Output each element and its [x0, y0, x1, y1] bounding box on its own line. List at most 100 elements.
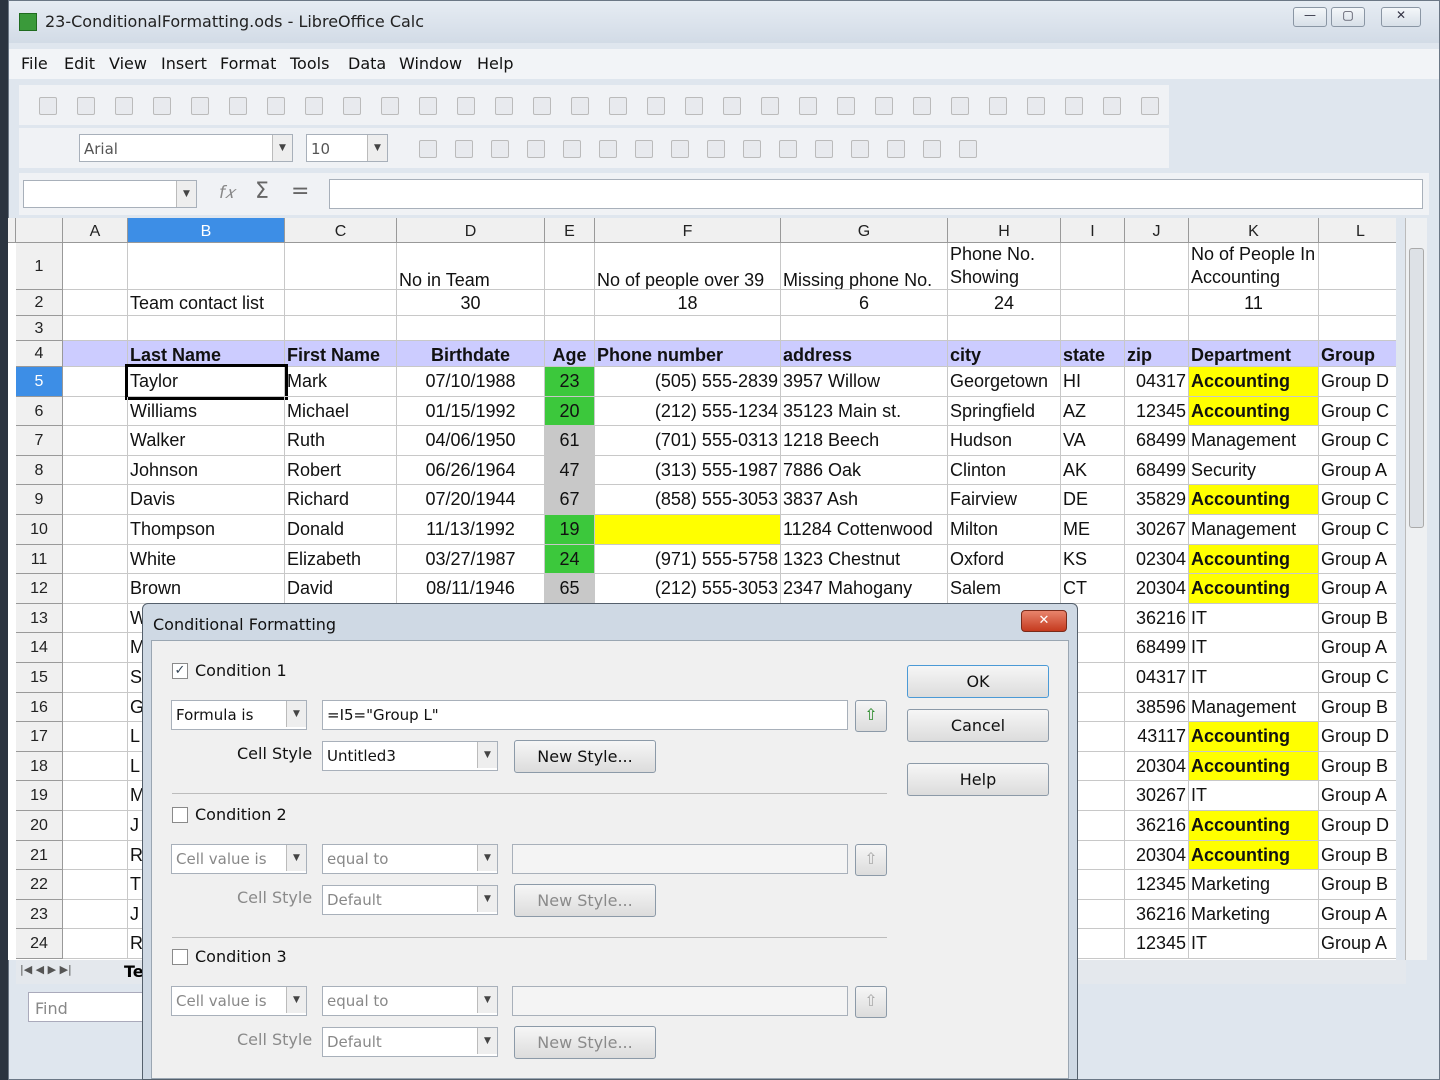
- cell-K17[interactable]: Accounting: [1189, 722, 1319, 752]
- toolbar-button-icon[interactable]: [39, 97, 57, 115]
- cell-K15[interactable]: IT: [1189, 663, 1319, 693]
- cell-J17[interactable]: 43117: [1125, 722, 1189, 752]
- cell-E10[interactable]: 19: [545, 515, 595, 545]
- cell-E1[interactable]: [545, 243, 595, 290]
- cell-J23[interactable]: 36216: [1125, 899, 1189, 930]
- row-header-5[interactable]: 5: [16, 367, 63, 397]
- cell-K23[interactable]: Marketing: [1189, 899, 1319, 930]
- chevron-down-icon[interactable]: ▼: [286, 845, 306, 871]
- column-header-L[interactable]: L: [1319, 218, 1396, 243]
- cell-C11[interactable]: Elizabeth: [285, 544, 397, 575]
- row-header-2[interactable]: 2: [16, 290, 63, 316]
- cell-D5[interactable]: 07/10/1988: [397, 367, 545, 397]
- cell-D9[interactable]: 07/20/1944: [397, 485, 545, 515]
- cell-B2[interactable]: Team contact list: [128, 290, 285, 316]
- cell-E11[interactable]: 24: [545, 544, 595, 575]
- toolbar-button-icon[interactable]: [989, 97, 1007, 115]
- cell-A4[interactable]: [63, 341, 128, 367]
- cell-A21[interactable]: [63, 840, 128, 871]
- cell-G3[interactable]: [781, 316, 948, 341]
- toolbar-button-icon[interactable]: [635, 140, 653, 158]
- cell-I2[interactable]: [1061, 290, 1125, 316]
- cell-C10[interactable]: Donald: [285, 515, 397, 545]
- cell-E12[interactable]: 65: [545, 574, 595, 604]
- chevron-down-icon[interactable]: ▼: [272, 135, 292, 161]
- toolbar-button-icon[interactable]: [419, 140, 437, 158]
- row-header-13[interactable]: 13: [16, 603, 63, 634]
- cell-B6[interactable]: Williams: [128, 396, 285, 427]
- toolbar-button-icon[interactable]: [343, 97, 361, 115]
- shrink-icon[interactable]: ⇧: [855, 844, 887, 876]
- cell-J11[interactable]: 02304: [1125, 544, 1189, 575]
- cell-L13[interactable]: Group B: [1319, 604, 1396, 634]
- cell-A16[interactable]: [63, 692, 128, 723]
- cell-K13[interactable]: IT: [1189, 603, 1319, 634]
- condition-3-checkbox[interactable]: [172, 949, 188, 965]
- row-header-21[interactable]: 21: [16, 840, 63, 871]
- column-header-H[interactable]: H: [948, 218, 1061, 243]
- cell-G11[interactable]: 1323 Chestnut: [781, 544, 948, 575]
- cell-A15[interactable]: [63, 663, 128, 693]
- cell-L15[interactable]: Group C: [1319, 663, 1396, 693]
- select-all-corner[interactable]: [16, 218, 63, 243]
- new-style-button[interactable]: New Style...: [514, 1026, 656, 1059]
- cell-A13[interactable]: [63, 603, 128, 634]
- cell-D12[interactable]: 08/11/1946: [397, 574, 545, 604]
- toolbar-button-icon[interactable]: [913, 97, 931, 115]
- cell-J16[interactable]: 38596: [1125, 692, 1189, 723]
- toolbar-button-icon[interactable]: [599, 140, 617, 158]
- cell-I4[interactable]: state: [1061, 341, 1125, 367]
- toolbar-button-icon[interactable]: [381, 97, 399, 115]
- cell-A20[interactable]: [63, 811, 128, 841]
- cell-A9[interactable]: [63, 485, 128, 515]
- menu-window[interactable]: Window: [399, 54, 462, 73]
- cell-A24[interactable]: [63, 929, 128, 959]
- cell-I7[interactable]: VA: [1061, 426, 1125, 456]
- cell-F11[interactable]: (971) 555-5758: [595, 544, 781, 575]
- cell-A2[interactable]: [63, 290, 128, 316]
- toolbar-button-icon[interactable]: [779, 140, 797, 158]
- shrink-icon[interactable]: ⇧: [855, 700, 887, 732]
- row-header-11[interactable]: 11: [16, 544, 63, 575]
- cell-J20[interactable]: 36216: [1125, 811, 1189, 841]
- cell-F12[interactable]: (212) 555-3053: [595, 574, 781, 604]
- cell-K12[interactable]: Accounting: [1189, 574, 1319, 604]
- help-button[interactable]: Help: [907, 763, 1049, 796]
- cell-C7[interactable]: Ruth: [285, 426, 397, 456]
- cell-A22[interactable]: [63, 870, 128, 900]
- column-header-I[interactable]: I: [1061, 218, 1125, 243]
- chevron-down-icon[interactable]: ▼: [286, 701, 306, 727]
- cell-C5[interactable]: Mark: [285, 367, 397, 397]
- corner[interactable]: [8, 218, 16, 243]
- row-header-7[interactable]: 7: [16, 426, 63, 456]
- cell-E4[interactable]: Age: [545, 341, 595, 367]
- cell-H11[interactable]: Oxford: [948, 544, 1061, 575]
- cell-K19[interactable]: IT: [1189, 781, 1319, 811]
- cell-K8[interactable]: Security: [1189, 455, 1319, 486]
- condition-1-cell-style-select[interactable]: Untitled3 ▼: [322, 741, 498, 771]
- cell-B7[interactable]: Walker: [128, 426, 285, 456]
- toolbar-button-icon[interactable]: [267, 97, 285, 115]
- toolbar-button-icon[interactable]: [671, 140, 689, 158]
- cell-L12[interactable]: Group A: [1319, 574, 1396, 604]
- row-header-6[interactable]: 6: [16, 396, 63, 427]
- cell-G6[interactable]: 35123 Main st.: [781, 396, 948, 427]
- row-header-4[interactable]: 4: [16, 341, 63, 367]
- dialog-close-button[interactable]: ✕: [1021, 610, 1067, 632]
- condition-3-cell-style-select[interactable]: Default ▼: [322, 1027, 498, 1057]
- toolbar-button-icon[interactable]: [455, 140, 473, 158]
- sheet-tab[interactable]: Te: [124, 962, 144, 981]
- cell-B9[interactable]: Davis: [128, 485, 285, 515]
- cell-I8[interactable]: AK: [1061, 455, 1125, 486]
- cell-B11[interactable]: White: [128, 544, 285, 575]
- chevron-down-icon[interactable]: ▼: [477, 987, 497, 1013]
- cell-A3[interactable]: [63, 316, 128, 341]
- cell-C9[interactable]: Richard: [285, 485, 397, 515]
- cell-K9[interactable]: Accounting: [1189, 485, 1319, 515]
- cell-K18[interactable]: Accounting: [1189, 751, 1319, 782]
- chevron-down-icon[interactable]: ▼: [477, 1028, 497, 1054]
- cell-E8[interactable]: 47: [545, 455, 595, 486]
- cell-E9[interactable]: 67: [545, 485, 595, 515]
- cell-A17[interactable]: [63, 722, 128, 752]
- row-header-1[interactable]: 1: [16, 243, 63, 290]
